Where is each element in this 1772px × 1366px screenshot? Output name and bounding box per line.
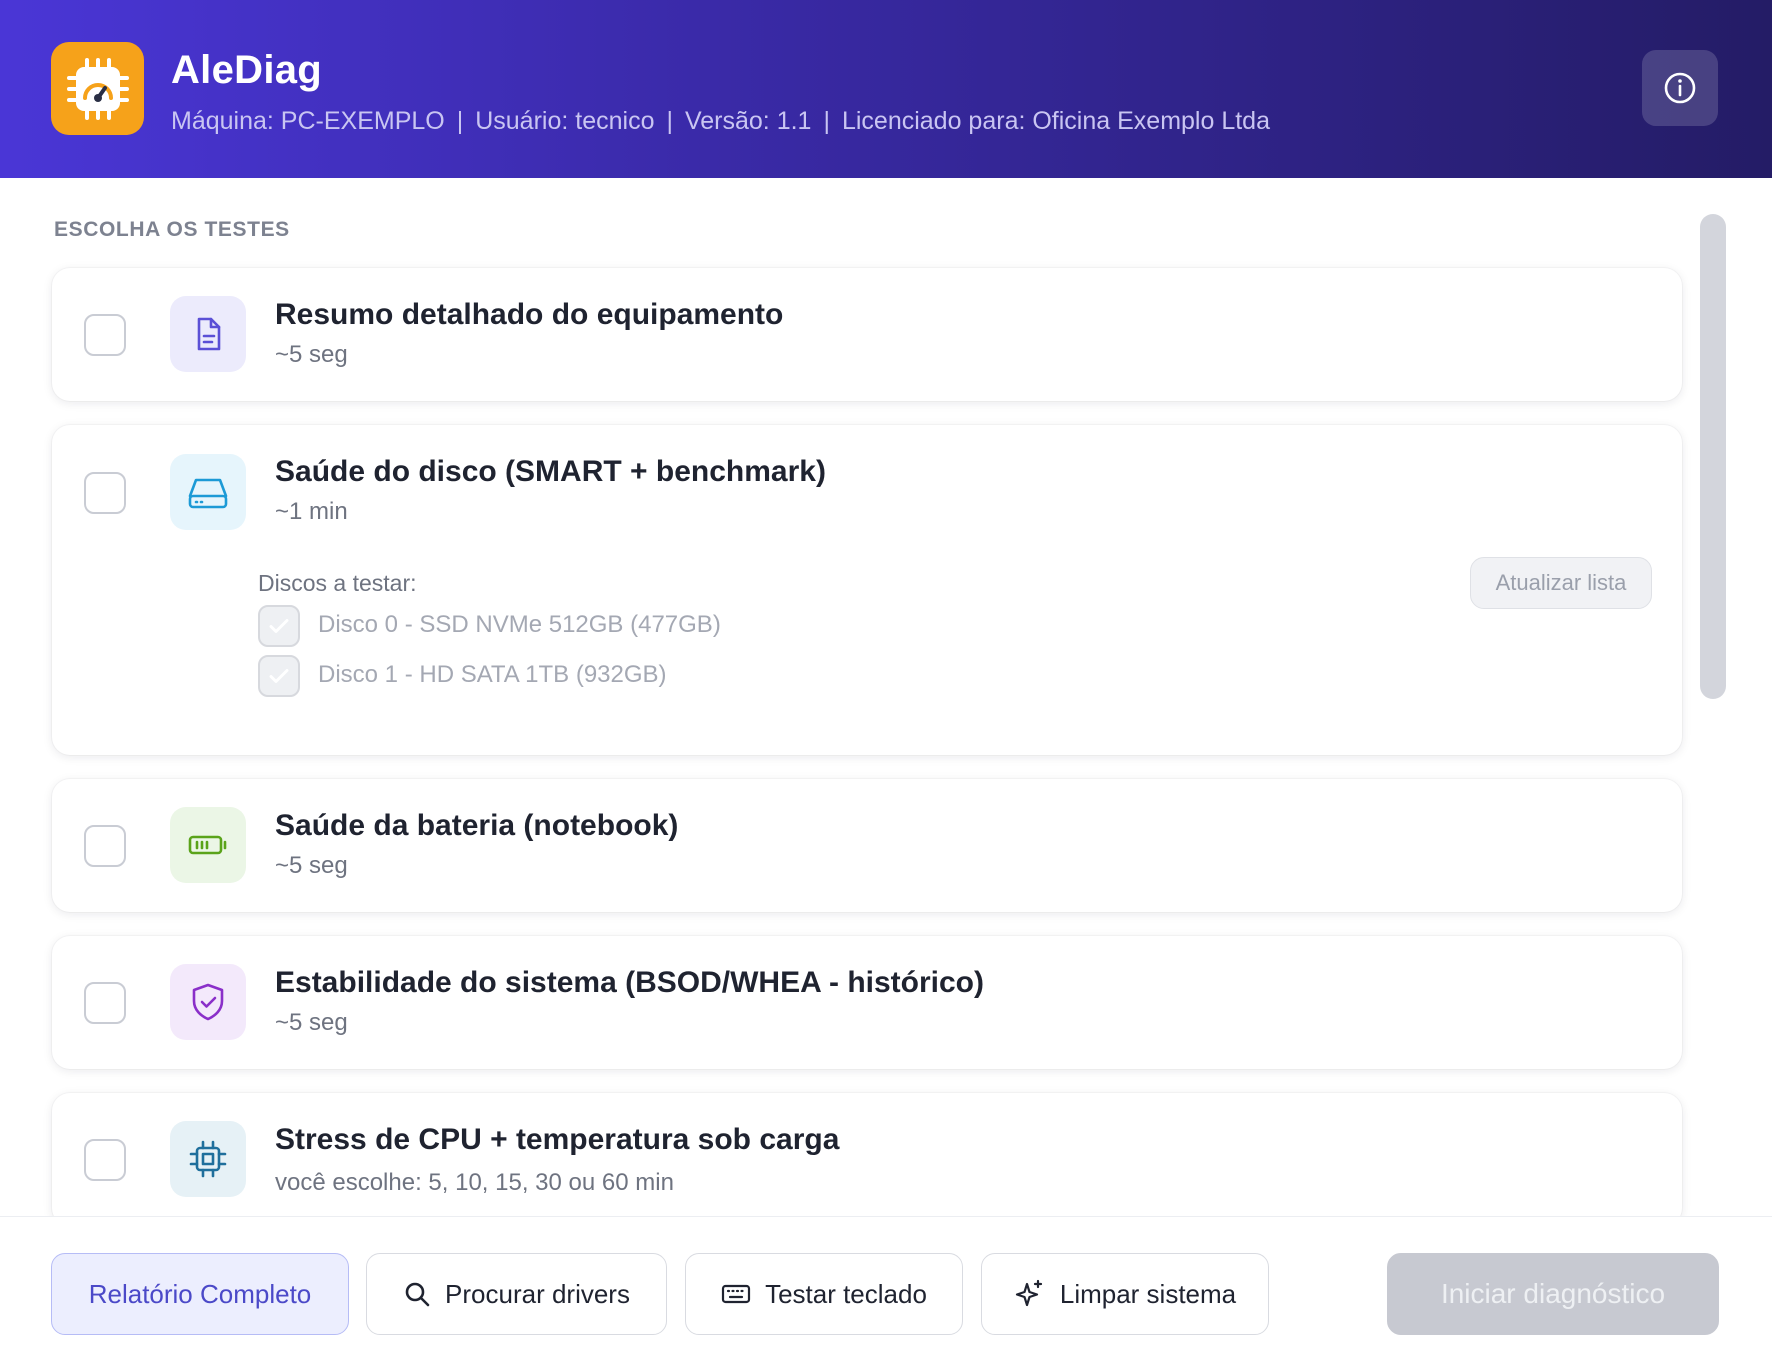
sparkles-icon bbox=[1015, 1279, 1042, 1307]
test-duration: ~5 seg bbox=[275, 341, 348, 368]
info-icon bbox=[1664, 72, 1696, 104]
refresh-disks-button[interactable]: Atualizar lista bbox=[1470, 557, 1652, 609]
shield-check-icon bbox=[170, 964, 246, 1040]
test-duration: ~5 seg bbox=[275, 1009, 348, 1036]
test-card-battery[interactable]: Saúde da bateria (notebook) ~5 seg bbox=[52, 779, 1682, 912]
test-title: Saúde da bateria (notebook) bbox=[275, 809, 679, 842]
app-header: AleDiag Máquina: PC-EXEMPLO | Usuário: tec… bbox=[0, 0, 1772, 178]
check-icon bbox=[269, 669, 289, 683]
test-card-cpu-stress[interactable]: Stress de CPU + temperatura sob carga vo… bbox=[52, 1093, 1682, 1216]
disks-label: Discos a testar: bbox=[258, 570, 417, 596]
test-list-panel: ESCOLHA OS TESTES Resumo detalhado do eq… bbox=[0, 178, 1772, 1216]
test-checkbox[interactable] bbox=[84, 314, 126, 356]
user-name: Usuário: tecnico bbox=[475, 107, 655, 135]
cpu-icon bbox=[170, 1121, 246, 1197]
disk-checkbox[interactable] bbox=[258, 605, 300, 647]
search-icon bbox=[405, 1282, 430, 1307]
test-card-stability[interactable]: Estabilidade do sistema (BSOD/WHEA - his… bbox=[52, 936, 1682, 1069]
start-diagnosis-button[interactable]: Iniciar diagnóstico bbox=[1387, 1253, 1719, 1335]
app-title: AleDiag bbox=[171, 48, 323, 92]
test-duration: ~1 min bbox=[275, 498, 348, 525]
test-checkbox[interactable] bbox=[84, 982, 126, 1024]
action-bar: Relatório Completo Procurar drivers Test… bbox=[0, 1216, 1772, 1366]
test-duration: você escolhe: 5, 10, 15, 30 ou 60 min bbox=[275, 1169, 674, 1196]
full-report-button[interactable]: Relatório Completo bbox=[51, 1253, 349, 1335]
license-info: Licenciado para: Oficina Exemplo Ltda bbox=[841, 107, 1270, 135]
test-checkbox[interactable] bbox=[84, 472, 126, 514]
test-title: Resumo detalhado do equipamento bbox=[275, 298, 784, 331]
test-title: Estabilidade do sistema (BSOD/WHEA - his… bbox=[275, 966, 984, 999]
app-version: Versão: 1.1 bbox=[684, 107, 812, 135]
search-drivers-button[interactable]: Procurar drivers bbox=[366, 1253, 667, 1335]
scrollbar-thumb[interactable] bbox=[1700, 214, 1726, 699]
full-report-label: Relatório Completo bbox=[88, 1278, 312, 1309]
search-drivers-label: Procurar drivers bbox=[445, 1278, 630, 1309]
cpu-gauge-icon bbox=[51, 42, 144, 135]
machine-name: Máquina: PC-EXEMPLO bbox=[171, 107, 445, 135]
clean-system-label: Limpar sistema bbox=[1059, 1278, 1237, 1309]
clean-system-button[interactable]: Limpar sistema bbox=[981, 1253, 1269, 1335]
separator: | bbox=[456, 107, 464, 135]
test-checkbox[interactable] bbox=[84, 1139, 126, 1181]
separator: | bbox=[823, 107, 830, 135]
disk-label: Disco 1 - HD SATA 1TB (932GB) bbox=[318, 661, 667, 688]
separator: | bbox=[666, 107, 673, 135]
disk-label: Disco 0 - SSD NVMe 512GB (477GB) bbox=[318, 611, 721, 638]
test-keyboard-button[interactable]: Testar teclado bbox=[685, 1253, 963, 1335]
test-keyboard-label: Testar teclado bbox=[765, 1278, 927, 1309]
test-duration: ~5 seg bbox=[275, 852, 348, 879]
test-checkbox[interactable] bbox=[84, 825, 126, 867]
info-button[interactable] bbox=[1642, 50, 1718, 126]
check-icon bbox=[269, 619, 289, 633]
test-title: Saúde do disco (SMART + benchmark) bbox=[275, 455, 826, 488]
battery-icon bbox=[170, 807, 246, 883]
document-icon bbox=[170, 296, 246, 372]
section-title: ESCOLHA OS TESTES bbox=[54, 218, 290, 241]
start-diagnosis-label: Iniciar diagnóstico bbox=[1440, 1278, 1666, 1309]
test-title: Stress de CPU + temperatura sob carga bbox=[275, 1123, 840, 1156]
keyboard-icon bbox=[721, 1284, 751, 1304]
disk-checkbox[interactable] bbox=[258, 655, 300, 697]
test-card-summary[interactable]: Resumo detalhado do equipamento ~5 seg bbox=[52, 268, 1682, 401]
app-subtitle: Máquina: PC-EXEMPLO | Usuário: tecnico | Ver… bbox=[171, 107, 1270, 136]
test-card-disk[interactable]: Saúde do disco (SMART + benchmark) ~1 mi… bbox=[52, 425, 1682, 755]
hard-drive-icon bbox=[170, 454, 246, 530]
